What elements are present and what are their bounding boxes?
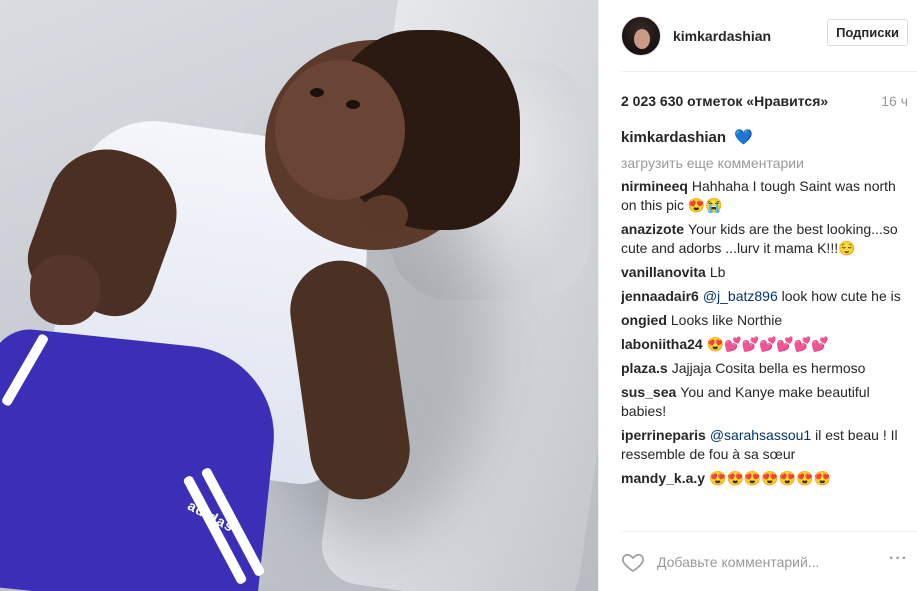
comment-text: look how cute he is bbox=[777, 288, 901, 304]
photo-face bbox=[275, 60, 405, 200]
post-time[interactable]: 16 ч bbox=[881, 93, 917, 109]
caption-username[interactable]: kimkardashian bbox=[621, 129, 726, 146]
heart-icon[interactable] bbox=[621, 550, 645, 574]
comment-username[interactable]: laboniitha24 bbox=[621, 336, 703, 352]
load-more-comments-link[interactable]: загрузить еще комментарии bbox=[621, 155, 909, 171]
comment-username[interactable]: sus_sea bbox=[621, 384, 676, 400]
comment-username[interactable]: mandy_k.a.y bbox=[621, 470, 705, 486]
instagram-post: adidas kimkardashian Подписки 2 023 630 … bbox=[0, 0, 917, 591]
avatar[interactable] bbox=[621, 15, 661, 56]
comment-item: sus_sea You and Kanye make beautiful babi… bbox=[621, 383, 909, 421]
photo-ear bbox=[360, 195, 408, 235]
comment-text: 😍😍😍😍😍😍😍 bbox=[709, 470, 832, 486]
photo-left-hand bbox=[30, 255, 100, 325]
comment-username[interactable]: nirmineeq bbox=[621, 178, 688, 194]
more-options-icon[interactable]: ··· bbox=[889, 550, 908, 568]
comment-item: nirmineeq Hahhaha I tough Saint was north… bbox=[621, 177, 909, 215]
comment-item: mandy_k.a.y 😍😍😍😍😍😍😍 bbox=[621, 469, 909, 488]
comment-item: laboniitha24 😍💕💕💕💕💕💕 bbox=[621, 335, 909, 354]
comment-username[interactable]: ongied bbox=[621, 312, 667, 328]
divider bbox=[621, 71, 917, 72]
comment-item: ongied Looks like Northie bbox=[621, 311, 909, 330]
comment-username[interactable]: vanillanovita bbox=[621, 264, 706, 280]
comment-username[interactable]: iperrineparis bbox=[621, 427, 706, 443]
blue-heart-emoji: 💙 bbox=[734, 129, 753, 146]
post-side-panel: kimkardashian Подписки 2 023 630 отметок… bbox=[598, 0, 917, 591]
comment-item: plaza.s Jajjaja Cosita bella es hermoso bbox=[621, 359, 909, 378]
divider bbox=[621, 531, 917, 532]
heart-outline-icon bbox=[622, 554, 644, 572]
comment-text: Jajjaja Cosita bella es hermoso bbox=[671, 360, 866, 376]
photo-eye bbox=[346, 100, 360, 109]
post-caption: kimkardashian 💙 bbox=[621, 128, 909, 146]
header-username[interactable]: kimkardashian bbox=[673, 28, 771, 44]
comment-username[interactable]: plaza.s bbox=[621, 360, 668, 376]
stats-row: 2 023 630 отметок «Нравится» 16 ч bbox=[621, 93, 917, 109]
photo-shorts bbox=[0, 325, 283, 591]
comment-mention[interactable]: @sarahsassou1 bbox=[710, 427, 811, 443]
photo-eye bbox=[310, 88, 324, 97]
comment-text: Looks like Northie bbox=[670, 312, 783, 328]
post-header: kimkardashian Подписки bbox=[599, 0, 917, 71]
comment-item: iperrineparis @sarahsassou1 il est beau !… bbox=[621, 426, 909, 464]
comment-mention[interactable]: @j_batz896 bbox=[703, 288, 778, 304]
comment-item: jennaadair6 @j_batz896 look how cute he i… bbox=[621, 287, 909, 306]
comment-text: 😍💕💕💕💕💕💕 bbox=[706, 336, 829, 352]
add-comment-input[interactable] bbox=[657, 554, 847, 570]
comment-item: anazizote Your kids are the best looking.… bbox=[621, 220, 909, 258]
following-button[interactable]: Подписки bbox=[827, 19, 908, 46]
comment-username[interactable]: jennaadair6 bbox=[621, 288, 699, 304]
comments-list[interactable]: kimkardashian 💙 загрузить еще комментарии… bbox=[621, 128, 909, 526]
comment-item: vanillanovita Lb bbox=[621, 263, 909, 282]
comment-username[interactable]: anazizote bbox=[621, 221, 684, 237]
post-photo[interactable]: adidas bbox=[0, 0, 598, 591]
comment-text: Lb bbox=[709, 264, 726, 280]
likes-count[interactable]: 2 023 630 отметок «Нравится» bbox=[621, 93, 828, 109]
comment-footer: ··· bbox=[621, 544, 917, 580]
